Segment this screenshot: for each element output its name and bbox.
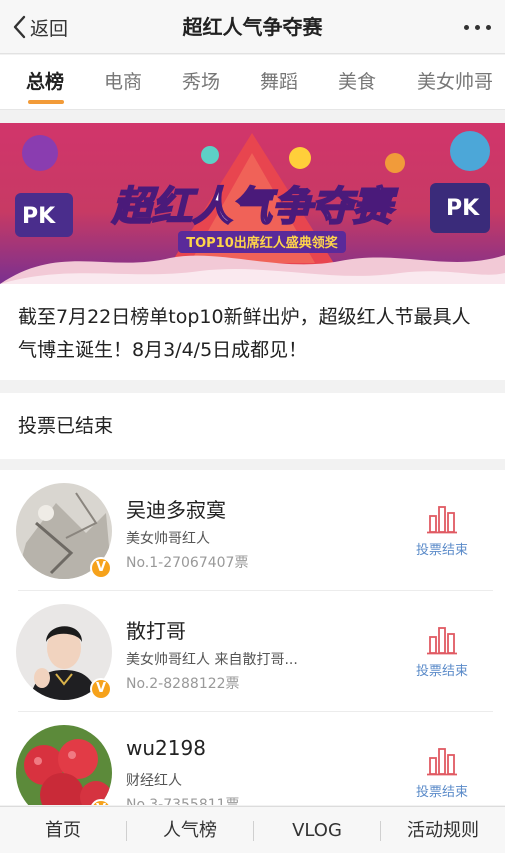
lychee-icon — [16, 725, 112, 805]
bar-chart-icon — [427, 748, 457, 776]
candidate-name: 散打哥 — [126, 619, 186, 643]
candidate-name: 吴迪多寂寞 — [126, 498, 226, 522]
vote-button[interactable]: 投票结束 — [410, 504, 474, 558]
list-item[interactable]: V 散打哥 美女帅哥红人 来自散打哥... No.2-8288122票 投票结束 — [0, 591, 505, 712]
back-button[interactable]: 返回 — [12, 0, 68, 54]
banner-pk-left: PK — [22, 204, 56, 229]
bottom-navigation: 首页 人气榜 VLOG 活动规则 — [0, 806, 505, 853]
navigation-bar: 返回 超红人气争夺赛 — [0, 0, 505, 54]
candidate-name: wu2198 — [126, 736, 206, 760]
tab-food[interactable]: 美食 — [338, 55, 376, 110]
banner-pk-right: PK — [446, 196, 480, 221]
candidate-list: V 吴迪多寂寞 美女帅哥红人 No.1-27067407票 投票结束 V 散打哥… — [0, 470, 505, 805]
candidate-category: 美女帅哥红人 来自散打哥... — [126, 652, 298, 668]
campaign-banner[interactable]: PK PK 超红人气争夺赛 TOP10出席红人盛典领奖 — [0, 123, 505, 284]
tab-beauty[interactable]: 美女帅哥 — [417, 55, 493, 110]
avatar[interactable]: V — [16, 483, 112, 579]
bottom-nav-home[interactable]: 首页 — [0, 807, 126, 853]
back-label: 返回 — [30, 17, 69, 40]
candidate-category: 美女帅哥红人 — [126, 531, 210, 547]
avatar[interactable]: V — [16, 604, 112, 700]
candidate-category: 财经红人 — [126, 773, 182, 789]
vote-status: 投票已结束 — [0, 393, 505, 459]
chevron-left-icon — [13, 15, 26, 39]
candidate-rank: No.3-7355811票 — [126, 797, 240, 805]
verified-badge-icon: V — [90, 557, 112, 579]
banner-title: 超红人气争夺赛 — [111, 184, 398, 230]
bar-chart-icon — [427, 627, 457, 655]
active-tab-indicator — [28, 100, 64, 104]
campaign-description: 截至7月22日榜单top10新鲜出炉，超级红人节最具人气博主诞生！8月3/4/5… — [0, 284, 505, 380]
avatar[interactable]: V — [16, 725, 112, 805]
tab-ecommerce[interactable]: 电商 — [104, 55, 142, 110]
category-tabs: 总榜 电商 秀场 舞蹈 美食 美女帅哥 — [0, 55, 505, 110]
candidate-rank: No.2-8288122票 — [126, 676, 240, 692]
bottom-nav-vlog[interactable]: VLOG — [254, 807, 380, 853]
vote-button-label: 投票结束 — [415, 664, 468, 679]
page-title: 超红人气争夺赛 — [182, 15, 323, 39]
verified-badge-icon: V — [90, 678, 112, 700]
vote-button[interactable]: 投票结束 — [410, 746, 474, 800]
tab-show[interactable]: 秀场 — [182, 55, 220, 110]
vote-button-label: 投票结束 — [415, 785, 468, 800]
more-options-icon[interactable] — [464, 0, 491, 54]
tab-dance[interactable]: 舞蹈 — [260, 55, 298, 110]
banner-subtitle: TOP10出席红人盛典领奖 — [186, 235, 339, 251]
list-item[interactable]: V wu2198 财经红人 No.3-7355811票 投票结束 — [0, 712, 505, 805]
bottom-nav-popularity[interactable]: 人气榜 — [127, 807, 253, 853]
vote-button[interactable]: 投票结束 — [410, 625, 474, 679]
banner-illustration: PK PK 超红人气争夺赛 TOP10出席红人盛典领奖 — [0, 123, 505, 284]
list-item[interactable]: V 吴迪多寂寞 美女帅哥红人 No.1-27067407票 投票结束 — [0, 470, 505, 591]
candidate-rank: No.1-27067407票 — [126, 555, 249, 571]
bottom-nav-rules[interactable]: 活动规则 — [381, 807, 505, 853]
vote-button-label: 投票结束 — [415, 543, 468, 558]
bar-chart-icon — [427, 506, 457, 534]
